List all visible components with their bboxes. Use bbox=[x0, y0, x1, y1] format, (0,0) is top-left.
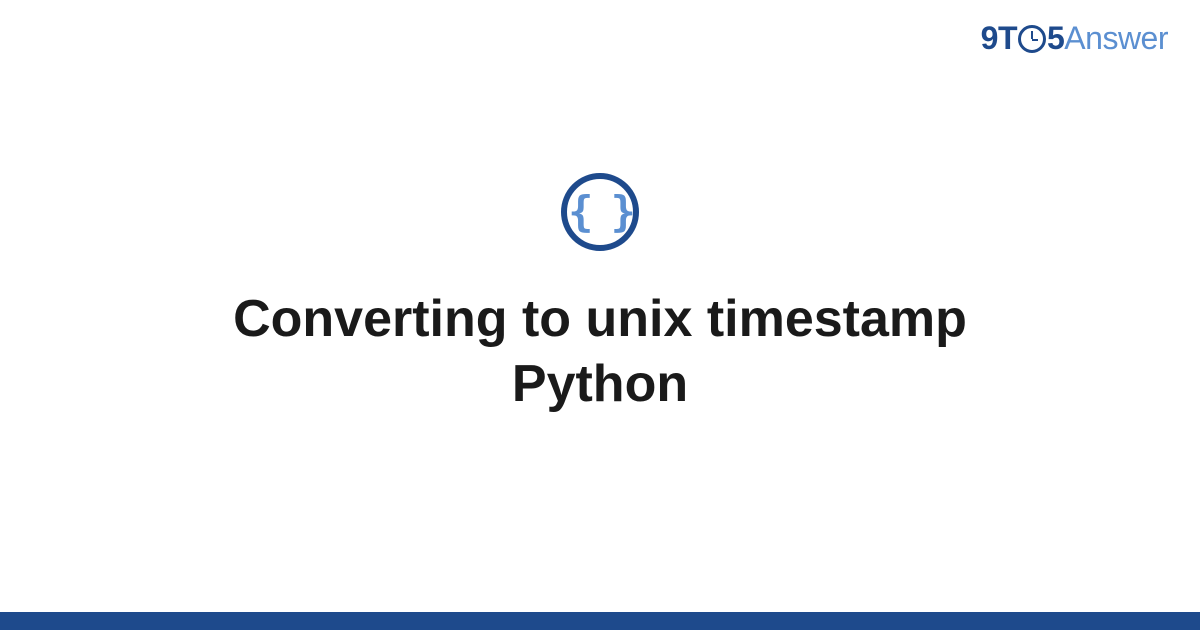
category-badge: { } bbox=[561, 173, 639, 251]
footer-accent-bar bbox=[0, 612, 1200, 630]
page-title: Converting to unix timestamp Python bbox=[150, 287, 1050, 417]
code-braces-icon: { } bbox=[568, 191, 632, 233]
main-content: { } Converting to unix timestamp Python bbox=[0, 0, 1200, 630]
